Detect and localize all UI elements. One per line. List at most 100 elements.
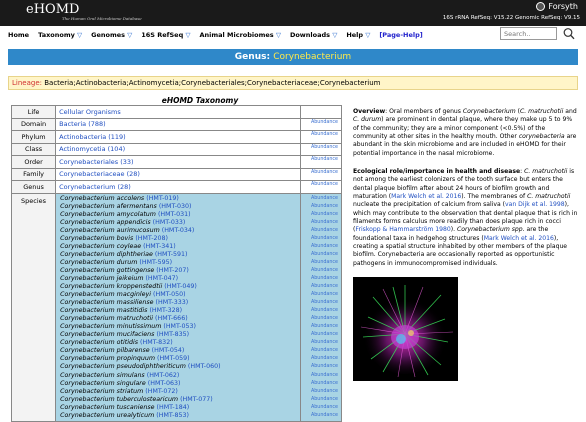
species-item[interactable]: Corynebacterium durum (HMT-595) bbox=[60, 259, 296, 267]
species-name: Corynebacterium tuberculostearicum bbox=[60, 395, 179, 403]
abundance-link[interactable]: Abundance bbox=[304, 251, 338, 259]
species-item[interactable]: Corynebacterium coyleae (HMT-341) bbox=[60, 243, 296, 251]
abundance-link[interactable] bbox=[299, 105, 343, 119]
taxonomy-value-link[interactable]: Actinomycetia (104) bbox=[55, 142, 301, 156]
taxonomy-row: Order Corynebacteriales (33) Abundance bbox=[10, 155, 343, 169]
species-item[interactable]: Corynebacterium kroppenstedtii (HMT-049) bbox=[60, 283, 296, 291]
species-item[interactable]: Corynebacterium striatum (HMT-072) bbox=[60, 388, 296, 396]
lineage-value: Bacteria;Actinobacteria;Actinomycetia;Co… bbox=[44, 79, 381, 87]
abundance-link[interactable]: Abundance bbox=[304, 267, 338, 275]
species-item[interactable]: Corynebacterium diphtheriae (HMT-591) bbox=[60, 251, 296, 259]
species-hmt-id: (HMT-054) bbox=[151, 347, 185, 355]
abundance-link[interactable]: Abundance bbox=[304, 203, 338, 211]
abundance-link[interactable]: Abundance bbox=[304, 396, 338, 404]
abundance-link[interactable]: Abundance bbox=[304, 235, 338, 243]
species-name: Corynebacterium durum bbox=[60, 258, 138, 266]
species-item[interactable]: Corynebacterium singulare (HMT-063) bbox=[60, 380, 296, 388]
species-name: Corynebacterium gottingense bbox=[60, 266, 155, 274]
species-name: Corynebacterium aurimucosum bbox=[60, 226, 160, 234]
species-item[interactable]: Corynebacterium urealyticum (HMT-853) bbox=[60, 412, 296, 420]
abundance-link[interactable]: Abundance bbox=[304, 243, 338, 251]
abundance-link[interactable]: Abundance bbox=[304, 219, 338, 227]
overview-taxon: corynebacteria bbox=[518, 133, 565, 141]
taxonomy-row: Genus Corynebacterium (28) Abundance bbox=[10, 180, 343, 194]
abundance-link[interactable]: Abundance bbox=[304, 388, 338, 396]
site-logo[interactable]: eHOMD bbox=[26, 2, 79, 17]
taxonomy-value-link[interactable]: Corynebacterium (28) bbox=[55, 180, 301, 194]
search-input[interactable] bbox=[500, 27, 557, 40]
species-item[interactable]: Corynebacterium jeikeium (HMT-047) bbox=[60, 275, 296, 283]
abundance-link[interactable]: Abundance bbox=[304, 291, 338, 299]
abundance-link[interactable]: Abundance bbox=[299, 117, 343, 131]
abundance-link[interactable]: Abundance bbox=[304, 299, 338, 307]
abundance-link[interactable]: Abundance bbox=[299, 167, 343, 181]
nav-animal-microbiomes[interactable]: Animal Microbiomes ▽ bbox=[200, 31, 281, 39]
abundance-link[interactable]: Abundance bbox=[299, 180, 343, 194]
species-hmt-id: (HMT-053) bbox=[163, 323, 196, 331]
species-hmt-id: (HMT-591) bbox=[154, 250, 188, 258]
nav-home-label: Home bbox=[8, 30, 30, 39]
abundance-link[interactable]: Abundance bbox=[304, 380, 338, 388]
abundance-link[interactable]: Abundance bbox=[304, 323, 338, 331]
abundance-link[interactable]: Abundance bbox=[304, 259, 338, 267]
species-item[interactable]: Corynebacterium afermentans (HMT-030) bbox=[60, 203, 296, 211]
species-hmt-id: (HMT-208) bbox=[135, 234, 168, 242]
species-item[interactable]: Corynebacterium amycolatum (HMT-031) bbox=[60, 211, 296, 219]
abundance-link[interactable]: Abundance bbox=[304, 195, 338, 203]
citation-link[interactable]: Mark Welch et al. 2016 bbox=[484, 235, 554, 242]
abundance-link[interactable]: Abundance bbox=[304, 315, 338, 323]
taxonomy-value-link[interactable]: Actinobacteria (119) bbox=[55, 130, 301, 144]
abundance-link[interactable]: Abundance bbox=[304, 283, 338, 291]
citation-link[interactable]: van Dijk et al. 1998 bbox=[505, 201, 565, 208]
page-help-link[interactable]: [Page-Help] bbox=[379, 31, 422, 39]
search-icon[interactable] bbox=[563, 27, 575, 40]
species-item[interactable]: Corynebacterium gottingense (HMT-207) bbox=[60, 267, 296, 275]
species-name: Corynebacterium minutissimum bbox=[60, 323, 162, 331]
nav-genomes[interactable]: Genomes ▽ bbox=[91, 31, 132, 39]
nav-help[interactable]: Help ▽ bbox=[346, 31, 370, 39]
species-item[interactable]: Corynebacterium mastitidis (HMT-328) bbox=[60, 307, 296, 315]
abundance-link[interactable]: Abundance bbox=[304, 347, 338, 355]
nav-taxonomy[interactable]: Taxonomy ▽ bbox=[38, 31, 82, 39]
forsyth-link[interactable]: Forsyth bbox=[536, 2, 578, 11]
abundance-link[interactable]: Abundance bbox=[304, 227, 338, 235]
species-name: Corynebacterium otitidis bbox=[60, 339, 138, 347]
abundance-link[interactable]: Abundance bbox=[304, 211, 338, 219]
abundance-link[interactable]: Abundance bbox=[304, 275, 338, 283]
species-item[interactable]: Corynebacterium tuberculostearicum (HMT-… bbox=[60, 396, 296, 404]
overview-paragraph: Overview: Oral members of genus Coryneba… bbox=[353, 108, 579, 158]
taxonomy-row: Life Cellular Organisms bbox=[10, 105, 343, 119]
abundance-link[interactable]: Abundance bbox=[304, 331, 338, 339]
abundance-link[interactable]: Abundance bbox=[304, 307, 338, 315]
species-item[interactable]: Corynebacterium accolens (HMT-019) bbox=[60, 195, 296, 203]
forsyth-logo-icon bbox=[536, 2, 546, 11]
species-item[interactable]: Corynebacterium tuscaniense (HMT-184) bbox=[60, 404, 296, 412]
species-name: Corynebacterium kroppenstedtii bbox=[60, 283, 163, 291]
abundance-link[interactable]: Abundance bbox=[304, 412, 338, 420]
taxonomy-value-link[interactable]: Corynebacteriales (33) bbox=[55, 155, 301, 169]
nav-home[interactable]: Home bbox=[8, 31, 29, 39]
abundance-link[interactable]: Abundance bbox=[304, 355, 338, 363]
abundance-link[interactable]: Abundance bbox=[304, 363, 338, 371]
abundance-link[interactable]: Abundance bbox=[304, 339, 338, 347]
abundance-link[interactable]: Abundance bbox=[299, 130, 343, 144]
taxonomy-value-link[interactable]: Bacteria (788) bbox=[55, 117, 301, 131]
species-item[interactable]: Corynebacterium aurimucosum (HMT-034) bbox=[60, 227, 296, 235]
taxonomy-value-link[interactable]: Cellular Organisms bbox=[55, 105, 301, 119]
citation-link[interactable]: Mark Welch et al. 2016 bbox=[391, 193, 461, 200]
abundance-link[interactable]: Abundance bbox=[304, 404, 338, 412]
species-item[interactable]: Corynebacterium massiliense (HMT-333) bbox=[60, 299, 296, 307]
species-item[interactable]: Corynebacterium appendicis (HMT-033) bbox=[60, 219, 296, 227]
species-item[interactable]: Corynebacterium simulans (HMT-062) bbox=[60, 372, 296, 380]
nav-downloads[interactable]: Downloads ▽ bbox=[290, 31, 337, 39]
taxonomy-value-link[interactable]: Corynebacteriaceae (28) bbox=[55, 167, 301, 181]
abundance-link[interactable]: Abundance bbox=[304, 372, 338, 380]
species-item[interactable]: Corynebacterium bovis (HMT-208) bbox=[60, 235, 296, 243]
species-item[interactable]: Corynebacterium macginleyi (HMT-050) bbox=[60, 291, 296, 299]
species-item[interactable]: Corynebacterium pseudodiphtheriticum (HM… bbox=[60, 363, 296, 371]
species-list: Corynebacterium accolens (HMT-019) Coryne… bbox=[55, 192, 301, 422]
abundance-link[interactable]: Abundance bbox=[299, 155, 343, 169]
citation-link[interactable]: Friskopp & Hammarström 1980 bbox=[355, 226, 450, 233]
abundance-link[interactable]: Abundance bbox=[299, 142, 343, 156]
nav-16s-refseq[interactable]: 16S RefSeq ▽ bbox=[141, 31, 190, 39]
